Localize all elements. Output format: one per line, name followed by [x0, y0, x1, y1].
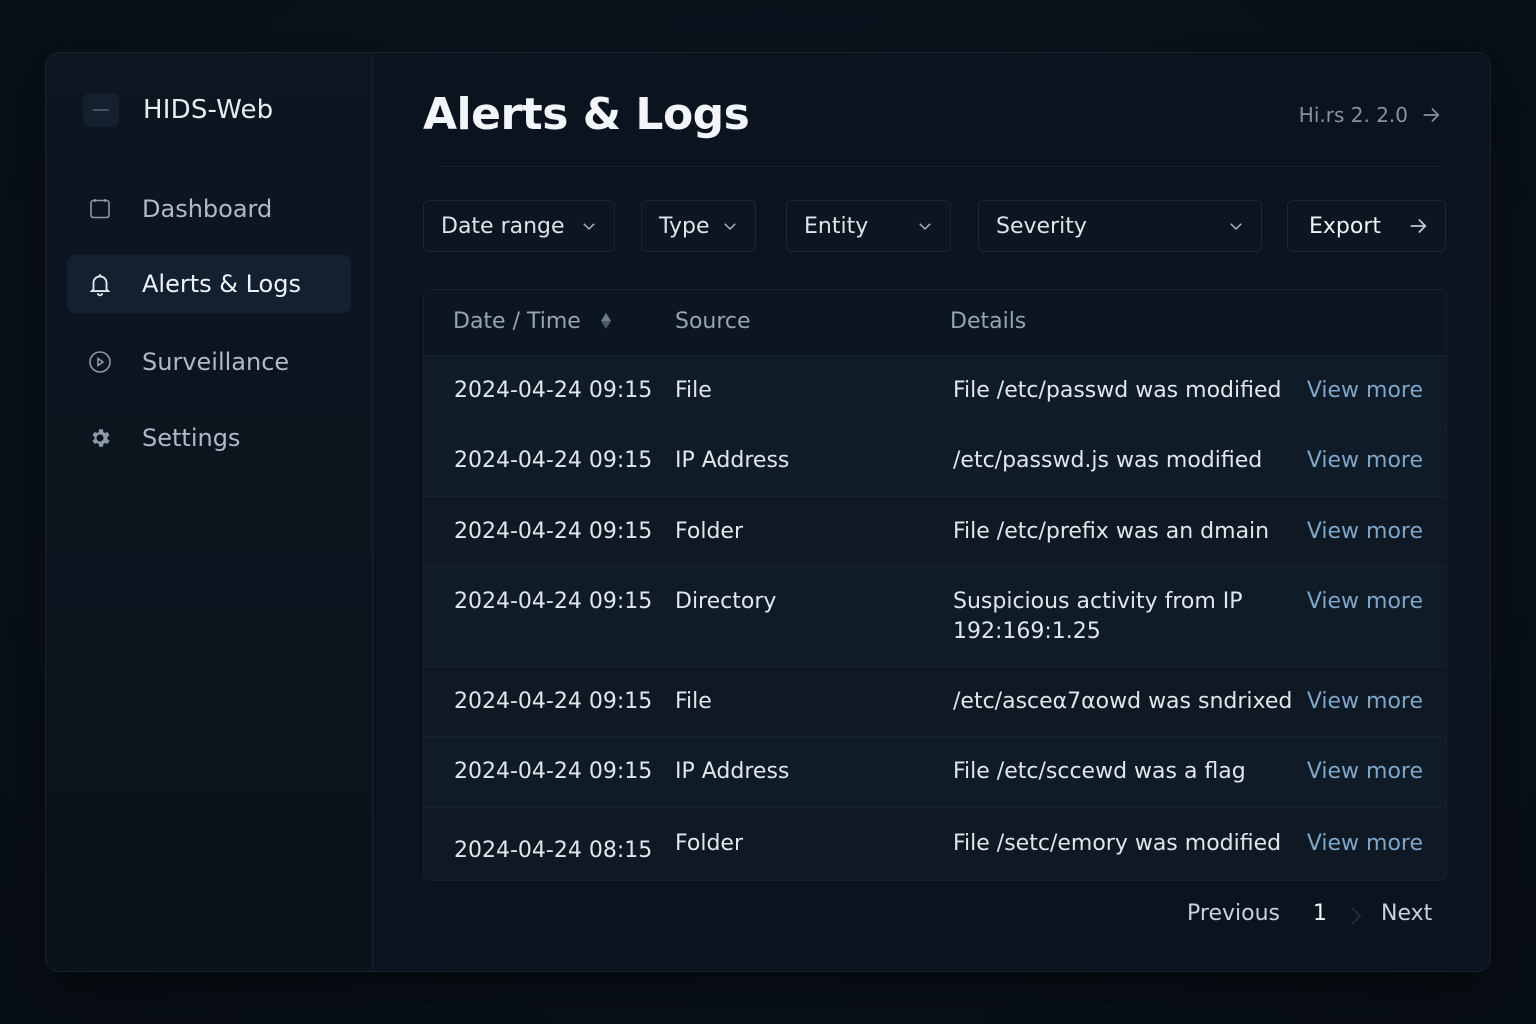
column-header-details[interactable]: Details — [950, 309, 1026, 334]
date-range-filter[interactable]: Date range — [423, 200, 615, 252]
row-source: Directory — [675, 589, 777, 614]
row-datetime: 2024-04-24 09:15 — [454, 759, 653, 784]
column-header-label: Date / Time — [453, 309, 581, 334]
header-link[interactable]: Hi.rs 2. 2.0 — [1299, 103, 1442, 127]
table-row[interactable]: 2024-04-24 09:15 IP Address /etc/passwd.… — [424, 426, 1446, 497]
brand[interactable]: HIDS-Web — [83, 93, 273, 127]
row-datetime: 2024-04-24 09:15 — [454, 589, 653, 614]
sidebar-item-label: Dashboard — [142, 195, 273, 223]
table-row[interactable]: 2024-04-24 09:15 Folder File /etc/prefix… — [424, 497, 1446, 567]
view-more-link[interactable]: View more — [1307, 829, 1423, 859]
sidebar-item-settings[interactable]: Settings — [67, 409, 351, 467]
chevron-down-icon — [583, 223, 595, 231]
arrow-right-icon — [1410, 218, 1427, 234]
date-range-label: Date range — [441, 213, 565, 239]
chevron-down-icon — [1230, 223, 1242, 231]
alerts-table: Date / Time Source Details 2024-04-24 09… — [423, 289, 1447, 881]
sidebar-item-label: Alerts & Logs — [142, 270, 301, 298]
row-details: File /etc/sccewd was a flag — [953, 759, 1246, 784]
previous-page-button[interactable]: Previous — [1187, 901, 1280, 926]
view-more-link[interactable]: View more — [1307, 587, 1423, 617]
row-datetime: 2024-04-24 09:15 — [454, 689, 653, 714]
table-row[interactable]: 2024-04-24 08:15 Folder File /setc/emory… — [424, 808, 1446, 880]
play-circle-icon — [86, 348, 114, 376]
column-header-source[interactable]: Source — [675, 309, 751, 334]
header-divider — [438, 166, 1442, 167]
view-more-link[interactable]: View more — [1307, 517, 1423, 547]
row-details-line2: 192:169:1.25 — [953, 619, 1101, 644]
row-source: IP Address — [675, 759, 790, 784]
entity-label: Entity — [804, 213, 869, 239]
page-title: Alerts & Logs — [423, 89, 750, 140]
export-label: Export — [1309, 213, 1382, 239]
header-link-label: Hi.rs 2. 2.0 — [1298, 103, 1408, 127]
view-more-link[interactable]: View more — [1307, 757, 1423, 787]
table-header: Date / Time Source Details — [424, 290, 1446, 356]
severity-filter[interactable]: Severity — [978, 200, 1262, 252]
row-source: File — [675, 689, 712, 714]
view-more-link[interactable]: View more — [1307, 687, 1423, 717]
row-datetime: 2024-04-24 09:15 — [454, 448, 653, 473]
sidebar-item-dashboard[interactable]: Dashboard — [67, 180, 351, 238]
next-page-button[interactable]: Next — [1381, 901, 1432, 926]
row-source: Folder — [675, 519, 743, 544]
bell-icon — [86, 270, 114, 298]
export-button[interactable]: Export — [1287, 200, 1446, 252]
table-row[interactable]: 2024-04-24 09:15 IP Address File /etc/sc… — [424, 737, 1446, 808]
type-label: Type — [659, 213, 710, 239]
column-header-datetime[interactable]: Date / Time — [453, 309, 614, 334]
row-details: /etc/passwd.js was modified — [953, 448, 1263, 473]
app-window: HIDS-Web Dashboard Alerts & Logs Surveil… — [45, 52, 1491, 972]
chevron-down-icon — [919, 223, 931, 231]
sidebar: HIDS-Web Dashboard Alerts & Logs Surveil… — [46, 53, 373, 971]
calendar-icon — [86, 195, 114, 223]
row-source: IP Address — [675, 448, 790, 473]
severity-label: Severity — [996, 213, 1087, 239]
row-source: Folder — [675, 831, 743, 856]
row-details: File /etc/passwd was modified — [953, 378, 1282, 403]
sidebar-item-label: Settings — [142, 424, 241, 452]
view-more-link[interactable]: View more — [1307, 446, 1423, 476]
chevron-down-icon — [724, 223, 736, 231]
table-row[interactable]: 2024-04-24 09:15 File /etc/asceα7αowd wa… — [424, 667, 1446, 737]
entity-filter[interactable]: Entity — [786, 200, 951, 252]
sort-icon — [600, 313, 611, 329]
row-datetime: 2024-04-24 09:15 — [454, 378, 653, 403]
chevron-right-icon — [1351, 907, 1362, 925]
view-more-link[interactable]: View more — [1307, 376, 1423, 406]
current-page-number[interactable]: 1 — [1313, 901, 1327, 926]
row-datetime: 2024-04-24 08:15 — [454, 838, 653, 863]
table-row[interactable]: 2024-04-24 09:15 Directory Suspicious ac… — [424, 567, 1446, 667]
app-name: HIDS-Web — [143, 95, 274, 125]
type-filter[interactable]: Type — [641, 200, 756, 252]
table-row[interactable]: 2024-04-24 09:15 File File /etc/passwd w… — [424, 356, 1446, 426]
row-source: File — [675, 378, 712, 403]
gear-icon — [86, 424, 114, 452]
row-details: /etc/asceα7αowd was sndrixed — [953, 689, 1293, 714]
sidebar-item-label: Surveillance — [142, 348, 290, 376]
row-details: Suspicious activity from IP — [953, 589, 1243, 614]
sidebar-item-surveillance[interactable]: Surveillance — [67, 333, 351, 391]
logo-icon — [83, 93, 119, 127]
main-content: Alerts & Logs Hi.rs 2. 2.0 Date range Ty… — [373, 53, 1490, 971]
row-details: File /etc/prefix was an dmain — [953, 519, 1270, 544]
row-datetime: 2024-04-24 09:15 — [454, 519, 653, 544]
sidebar-item-alerts-logs[interactable]: Alerts & Logs — [67, 255, 351, 313]
arrow-right-icon — [1423, 107, 1440, 123]
row-details: File /setc/emory was modified — [953, 831, 1282, 856]
